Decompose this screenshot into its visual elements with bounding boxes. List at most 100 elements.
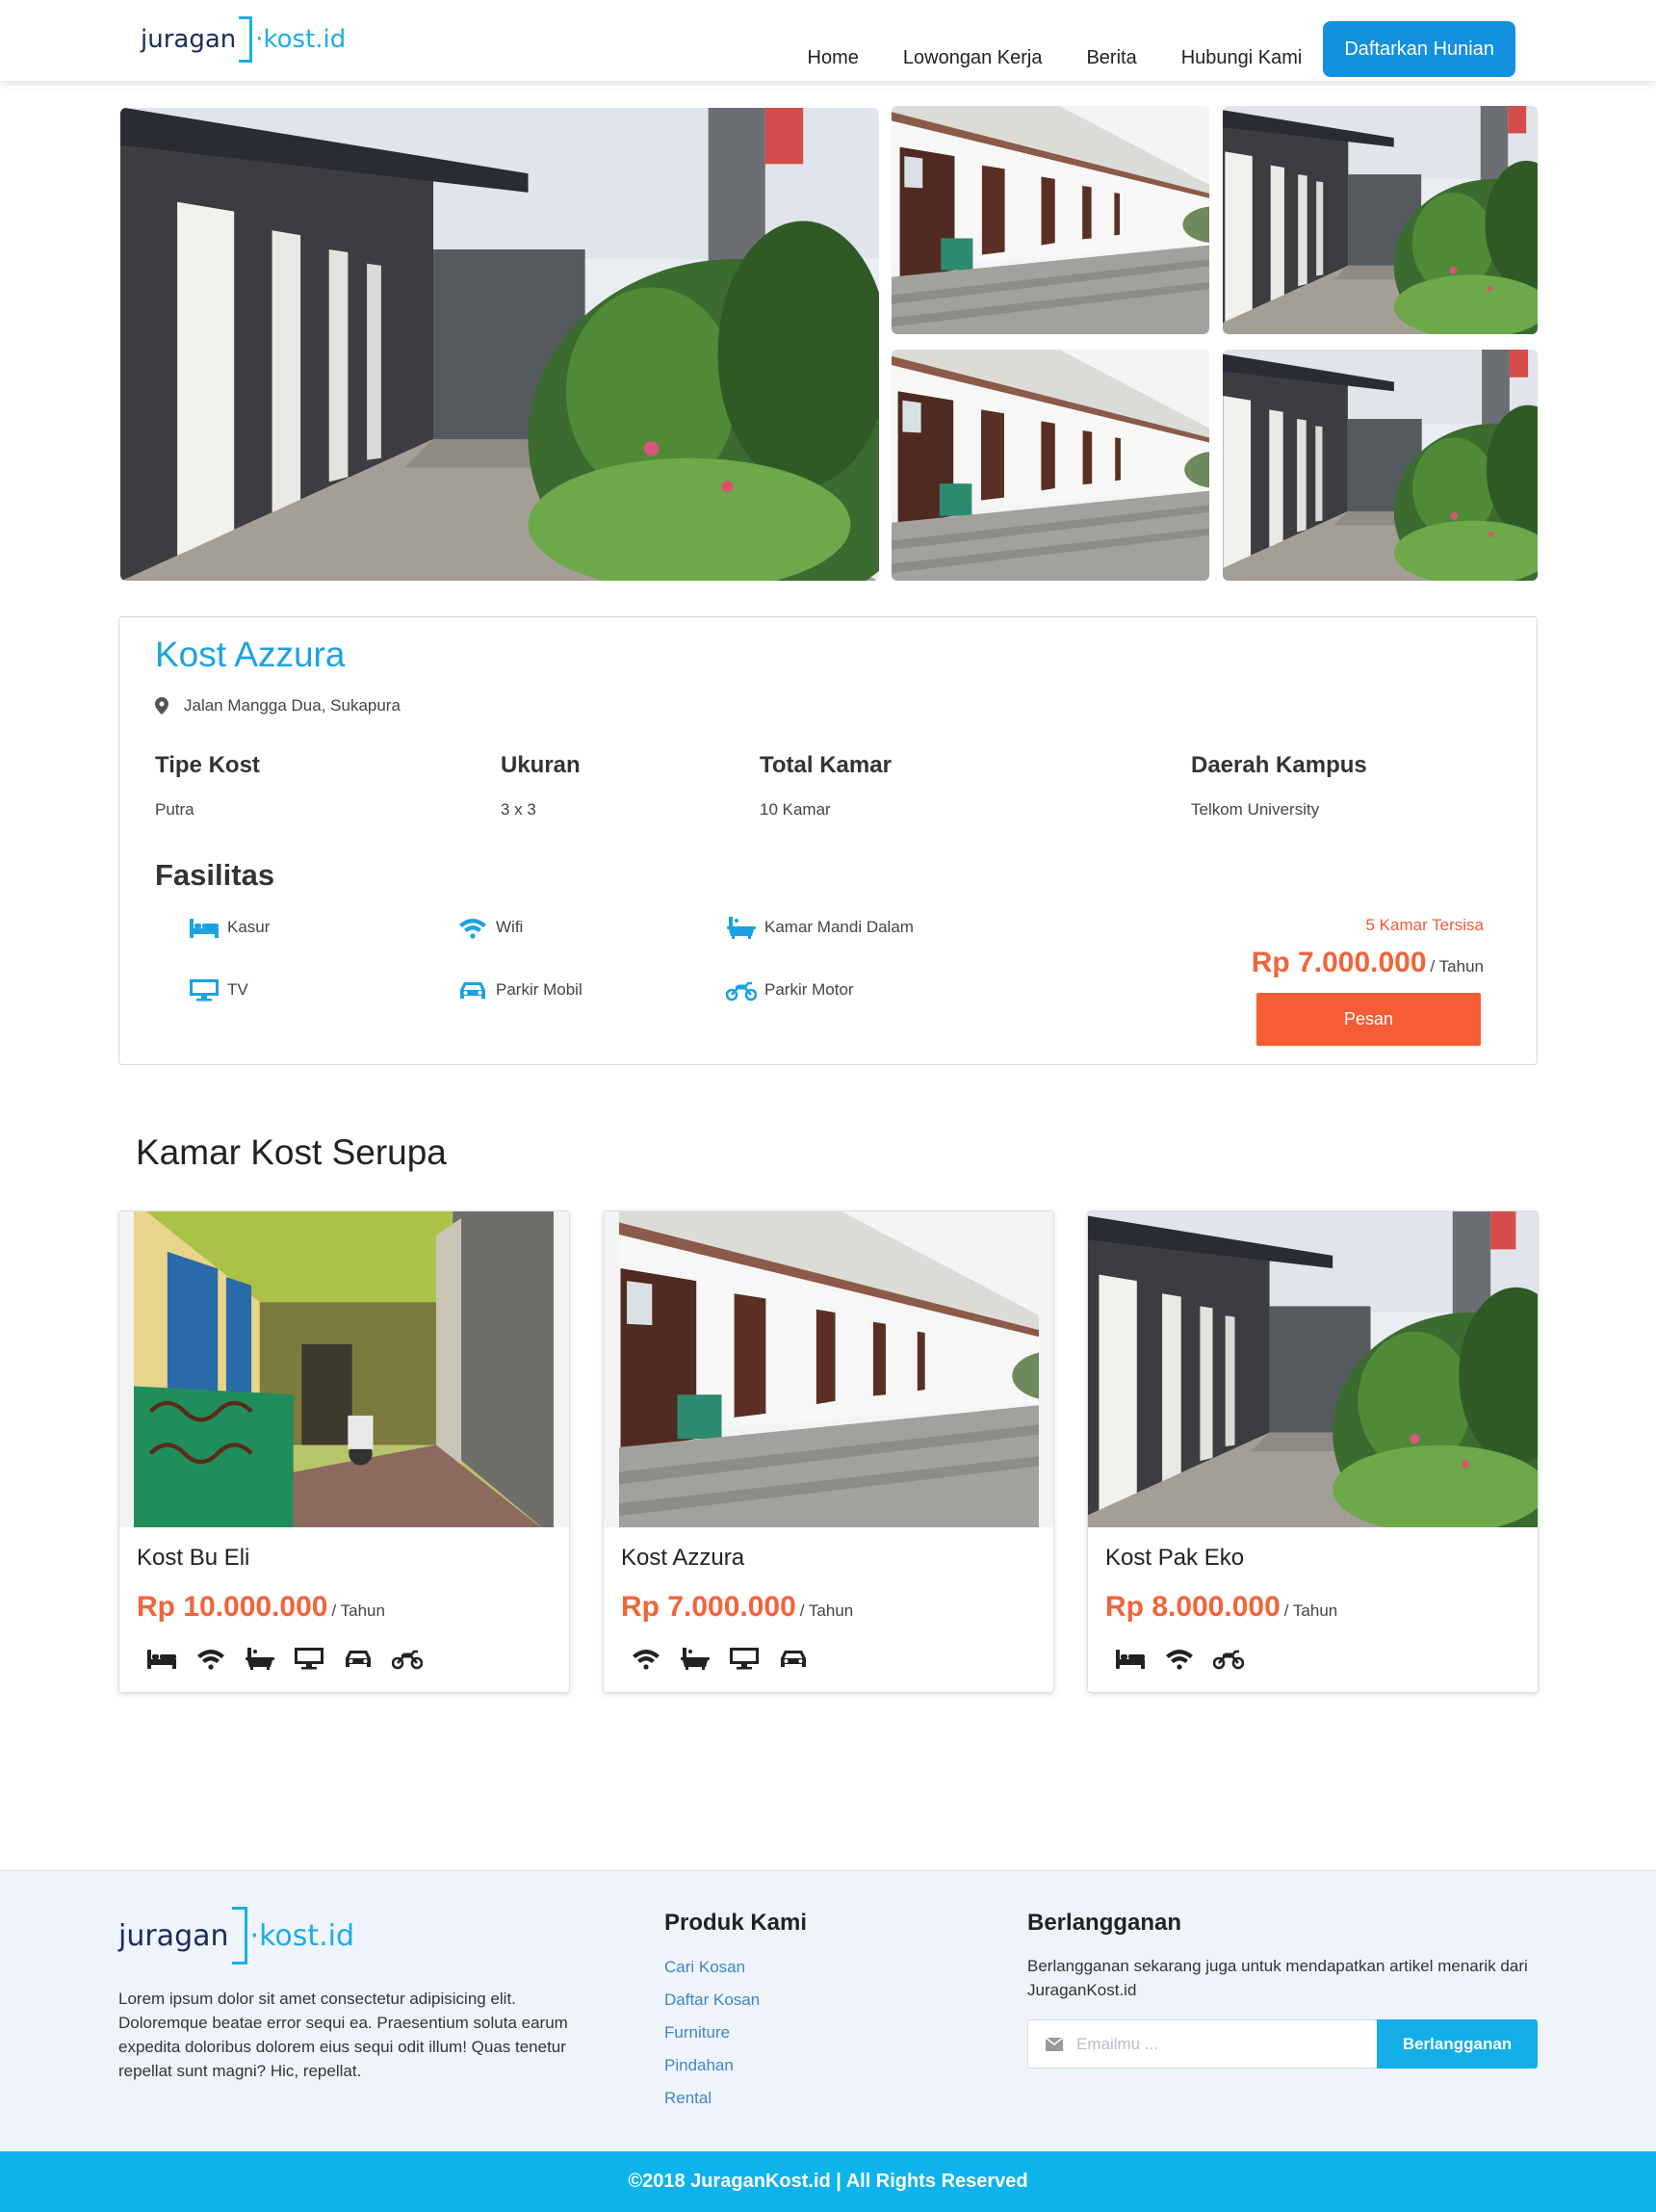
brand-name-left: juragan <box>141 25 237 54</box>
register-property-button[interactable]: Daftarkan Hunian <box>1323 21 1515 77</box>
spec-daerah-kampus: Daerah Kampus Telkom University <box>1191 752 1367 820</box>
brand-name-right: kost.id <box>263 25 347 54</box>
facility-parkir-mobil: Parkir Mobil <box>457 977 582 1002</box>
motorcycle-icon <box>726 977 757 1002</box>
footer-link-cari-kosan[interactable]: Cari Kosan <box>664 1958 760 1991</box>
subscribe-button[interactable]: Berlangganan <box>1377 2019 1538 2069</box>
photo-dark-corridor <box>120 108 879 581</box>
spec-ukuran: Ukuran 3 x 3 <box>501 752 581 820</box>
footer-link-pindahan[interactable]: Pindahan <box>664 2056 760 2089</box>
spec-value: Putra <box>155 800 194 819</box>
gallery-thumb-1[interactable] <box>892 106 1209 334</box>
motorcycle-icon <box>1213 1645 1244 1672</box>
brand-name-left: juragan <box>118 1918 229 1953</box>
book-button[interactable]: Pesan <box>1256 993 1481 1046</box>
card-facility-icons <box>146 1645 441 1672</box>
footer: juragan · kost.id Lorem ipsum dolor sit … <box>0 1870 1656 2151</box>
brand-name-dot: · <box>255 25 264 54</box>
card-facility-icons <box>1115 1645 1262 1672</box>
car-icon <box>778 1645 809 1672</box>
similar-card-bu-eli[interactable]: Kost Bu Eli Rp 10.000.000 / Tahun <box>118 1210 570 1693</box>
price-period: / Tahun <box>1283 1601 1338 1620</box>
bed-icon <box>1115 1645 1146 1672</box>
spec-label: Tipe Kost <box>155 752 260 778</box>
nav-link-hubungi-kami[interactable]: Hubungi Kami <box>1181 47 1303 69</box>
wifi-icon <box>1164 1645 1195 1672</box>
spec-label: Ukuran <box>501 752 581 778</box>
gallery-thumb-3[interactable] <box>892 350 1209 581</box>
tv-icon <box>294 1645 324 1672</box>
gallery-main-photo[interactable] <box>120 108 879 581</box>
bed-icon <box>146 1645 177 1672</box>
rooms-remaining-text: 5 Kamar Tersisa <box>1365 916 1484 934</box>
navbar: juragan · kost.id Home Lowongan Kerja Be… <box>0 0 1656 81</box>
card-title: Kost Azzura <box>621 1545 745 1571</box>
address-text: Jalan Mangga Dua, Sukapura <box>184 696 401 715</box>
facility-kasur: Kasur <box>189 915 270 940</box>
email-field-wrapper <box>1027 2019 1377 2069</box>
facility-parkir-motor: Parkir Motor <box>726 977 854 1002</box>
facility-label: Kasur <box>227 918 271 936</box>
spec-value: Telkom University <box>1191 800 1320 819</box>
photo-dark-corridor <box>1088 1211 1539 1527</box>
price-amount: Rp 10.000.000 <box>137 1591 328 1623</box>
bed-icon <box>189 915 220 940</box>
brand-logo[interactable]: juragan · kost.id <box>141 15 346 64</box>
email-input[interactable] <box>1076 2034 1365 2054</box>
card-facility-icons <box>631 1645 827 1672</box>
footer-about-text: Lorem ipsum dolor sit amet consectetur a… <box>118 1990 568 2080</box>
car-icon <box>343 1645 374 1672</box>
listing-price: Rp 7.000.000 / Tahun <box>1252 947 1484 979</box>
car-icon <box>457 977 488 1002</box>
similar-card-azzura[interactable]: Kost Azzura Rp 7.000.000 / Tahun <box>603 1210 1054 1693</box>
facility-label: TV <box>227 980 248 999</box>
footer-link-furniture[interactable]: Furniture <box>664 2023 760 2056</box>
price-amount: Rp 7.000.000 <box>621 1591 796 1623</box>
card-title: Kost Pak Eko <box>1105 1545 1245 1571</box>
footer-link-rental[interactable]: Rental <box>664 2089 760 2121</box>
footer-link-daftar-kosan[interactable]: Daftar Kosan <box>664 1991 760 2023</box>
nav-link-home[interactable]: Home <box>808 47 859 69</box>
price-period: / Tahun <box>1430 957 1484 976</box>
tv-icon <box>729 1645 760 1672</box>
facility-label: Parkir Mobil <box>496 980 582 999</box>
wifi-icon <box>457 915 488 940</box>
photo-white-rooms <box>892 106 1209 334</box>
spec-total-kamar: Total Kamar 10 Kamar <box>760 752 892 820</box>
similar-card-pak-eko[interactable]: Kost Pak Eko Rp 8.000.000 / Tahun <box>1087 1210 1539 1693</box>
similar-section-title: Kamar Kost Serupa <box>136 1132 447 1172</box>
nav-link-berita[interactable]: Berita <box>1086 47 1136 69</box>
card-price: Rp 7.000.000 / Tahun <box>621 1591 853 1624</box>
photo-dark-corridor <box>1223 106 1538 334</box>
gallery-thumb-4[interactable] <box>1223 350 1538 581</box>
photo-white-rooms <box>892 350 1209 581</box>
facilities-title: Fasilitas <box>155 858 275 892</box>
nav-link-lowongan-kerja[interactable]: Lowongan Kerja <box>903 47 1043 69</box>
footer-products-list: Cari Kosan Daftar Kosan Furniture Pindah… <box>664 1958 760 2121</box>
listing-title: Kost Azzura <box>155 635 346 674</box>
card-title: Kost Bu Eli <box>137 1545 250 1571</box>
listing-detail-card: Kost Azzura Jalan Mangga Dua, Sukapura T… <box>118 616 1538 1065</box>
footer-products-title: Produk Kami <box>664 1910 808 1936</box>
footer-logo[interactable]: juragan · kost.id <box>118 1906 354 1965</box>
motorcycle-icon <box>392 1645 423 1672</box>
price-amount: Rp 8.000.000 <box>1105 1591 1281 1623</box>
price-period: / Tahun <box>799 1601 854 1620</box>
spec-label: Daerah Kampus <box>1191 752 1367 778</box>
nav-links: Home Lowongan Kerja Berita Hubungi Kami … <box>763 21 1515 77</box>
price-amount: Rp 7.000.000 <box>1251 947 1427 978</box>
card-photo <box>604 1211 1053 1527</box>
gallery-thumb-2[interactable] <box>1223 106 1538 334</box>
bathtub-icon <box>245 1645 275 1672</box>
facility-wifi: Wifi <box>457 915 523 940</box>
facility-kamar-mandi: Kamar Mandi Dalam <box>726 915 914 940</box>
wifi-icon <box>195 1645 226 1672</box>
copyright-bar: ©2018 JuraganKost.id | All Rights Reserv… <box>0 2151 1656 2212</box>
photo-green-gate-corridor <box>134 1211 554 1527</box>
logo-door-icon <box>231 1907 247 1965</box>
facility-label: Parkir Motor <box>764 980 854 999</box>
facility-label: Wifi <box>496 918 524 936</box>
bathtub-icon <box>680 1645 711 1672</box>
brand-name-dot: · <box>249 1918 260 1953</box>
footer-subscribe-text: Berlangganan sekarang juga untuk mendapa… <box>1027 1957 1528 1999</box>
